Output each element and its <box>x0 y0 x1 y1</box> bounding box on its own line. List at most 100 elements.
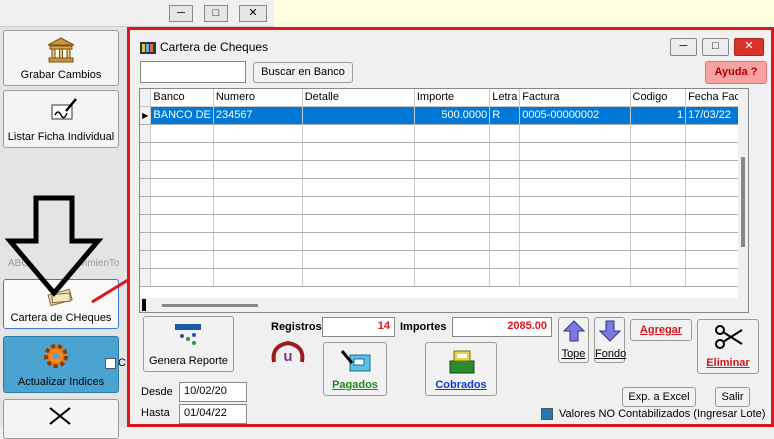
minimize-button[interactable]: ─ <box>169 5 193 22</box>
empty-cell[interactable] <box>630 124 687 143</box>
column-header[interactable]: Banco <box>150 89 214 107</box>
fondo-button[interactable]: Fondo <box>594 317 626 363</box>
sidebar-scissors-button[interactable] <box>3 399 119 439</box>
column-header[interactable]: Detalle <box>302 89 415 107</box>
empty-cell[interactable] <box>630 250 687 269</box>
maximize-button[interactable]: □ <box>204 5 228 22</box>
cell-codigo[interactable]: 1 <box>630 106 687 125</box>
empty-table-row[interactable] <box>140 232 748 251</box>
empty-cell[interactable] <box>302 160 415 179</box>
hasta-date-field[interactable]: 01/04/22 <box>179 404 247 424</box>
empty-cell[interactable] <box>150 142 214 161</box>
empty-table-row[interactable] <box>140 268 748 287</box>
empty-cell[interactable] <box>489 178 521 197</box>
buscar-banco-button[interactable]: Buscar en Banco <box>253 62 353 83</box>
empty-cell[interactable] <box>150 124 214 143</box>
empty-cell[interactable] <box>489 160 521 179</box>
empty-cell[interactable] <box>630 268 687 287</box>
empty-cell[interactable] <box>302 250 415 269</box>
empty-cell[interactable] <box>489 232 521 251</box>
empty-cell[interactable] <box>630 178 687 197</box>
search-input[interactable] <box>140 61 246 83</box>
empty-cell[interactable] <box>519 142 631 161</box>
column-header[interactable]: Codigo <box>630 89 687 107</box>
empty-cell[interactable] <box>302 124 415 143</box>
window-maximize-button[interactable]: □ <box>702 38 729 56</box>
cell-factura[interactable]: 0005-00000002 <box>519 106 631 125</box>
empty-cell[interactable] <box>630 196 687 215</box>
empty-cell[interactable] <box>414 124 491 143</box>
eliminar-button[interactable]: Eliminar <box>697 319 759 374</box>
empty-table-row[interactable] <box>140 250 748 269</box>
desde-date-field[interactable]: 10/02/20 <box>179 382 247 402</box>
column-header[interactable]: Factura <box>519 89 631 107</box>
window-close-button[interactable]: ✕ <box>734 38 764 56</box>
empty-table-row[interactable] <box>140 142 748 161</box>
empty-cell[interactable] <box>213 214 303 233</box>
empty-cell[interactable] <box>213 250 303 269</box>
empty-cell[interactable] <box>519 124 631 143</box>
empty-cell[interactable] <box>302 214 415 233</box>
empty-cell[interactable] <box>414 160 491 179</box>
salir-button[interactable]: Salir <box>715 387 750 407</box>
empty-cell[interactable] <box>150 196 214 215</box>
help-button[interactable]: Ayuda ? <box>705 61 767 84</box>
table-row[interactable]: ▶ BANCO DE 234567 500.0000 R 0005-000000… <box>140 106 748 125</box>
cell-letra[interactable]: R <box>489 106 521 125</box>
empty-cell[interactable] <box>414 268 491 287</box>
pagados-button[interactable]: Pagados <box>323 342 387 396</box>
column-header[interactable]: Importe <box>414 89 491 107</box>
empty-cell[interactable] <box>519 250 631 269</box>
empty-cell[interactable] <box>519 160 631 179</box>
empty-cell[interactable] <box>414 178 491 197</box>
actualizar-indices-button[interactable]: Actualizar Indices <box>3 336 119 393</box>
empty-cell[interactable] <box>489 214 521 233</box>
empty-cell[interactable] <box>519 214 631 233</box>
empty-cell[interactable] <box>630 214 687 233</box>
empty-cell[interactable] <box>519 268 631 287</box>
empty-table-row[interactable] <box>140 124 748 143</box>
empty-cell[interactable] <box>630 232 687 251</box>
empty-cell[interactable] <box>414 232 491 251</box>
empty-cell[interactable] <box>489 142 521 161</box>
empty-table-row[interactable] <box>140 196 748 215</box>
empty-cell[interactable] <box>519 232 631 251</box>
empty-cell[interactable] <box>489 124 521 143</box>
empty-table-row[interactable] <box>140 178 748 197</box>
empty-cell[interactable] <box>489 268 521 287</box>
column-header[interactable]: Letra <box>489 89 521 107</box>
empty-cell[interactable] <box>489 196 521 215</box>
empty-cell[interactable] <box>213 196 303 215</box>
empty-cell[interactable] <box>302 196 415 215</box>
close-button[interactable]: ✕ <box>239 5 267 22</box>
empty-cell[interactable] <box>213 232 303 251</box>
empty-cell[interactable] <box>213 178 303 197</box>
empty-cell[interactable] <box>213 268 303 287</box>
horizontal-scrollbar[interactable] <box>140 298 748 312</box>
empty-cell[interactable] <box>302 178 415 197</box>
empty-cell[interactable] <box>213 142 303 161</box>
empty-cell[interactable] <box>630 142 687 161</box>
empty-cell[interactable] <box>489 250 521 269</box>
empty-cell[interactable] <box>519 178 631 197</box>
cell-numero[interactable]: 234567 <box>213 106 303 125</box>
empty-cell[interactable] <box>150 214 214 233</box>
empty-table-row[interactable] <box>140 214 748 233</box>
empty-cell[interactable] <box>414 250 491 269</box>
cell-banco[interactable]: BANCO DE <box>150 106 214 125</box>
cheques-grid[interactable]: Banco Numero Detalle Importe Letra Factu… <box>139 88 749 313</box>
empty-cell[interactable] <box>302 142 415 161</box>
empty-cell[interactable] <box>414 196 491 215</box>
empty-cell[interactable] <box>519 196 631 215</box>
agregar-button[interactable]: Agregar <box>630 319 692 341</box>
empty-cell[interactable] <box>414 214 491 233</box>
empty-cell[interactable] <box>630 160 687 179</box>
vertical-scrollbar[interactable] <box>738 89 748 312</box>
empty-cell[interactable] <box>213 160 303 179</box>
empty-cell[interactable] <box>414 142 491 161</box>
exp-excel-button[interactable]: Exp. a Excel <box>622 387 696 407</box>
empty-cell[interactable] <box>213 124 303 143</box>
window-minimize-button[interactable]: ─ <box>670 38 697 56</box>
tope-button[interactable]: Tope <box>558 317 589 363</box>
cell-detalle[interactable] <box>302 106 415 125</box>
